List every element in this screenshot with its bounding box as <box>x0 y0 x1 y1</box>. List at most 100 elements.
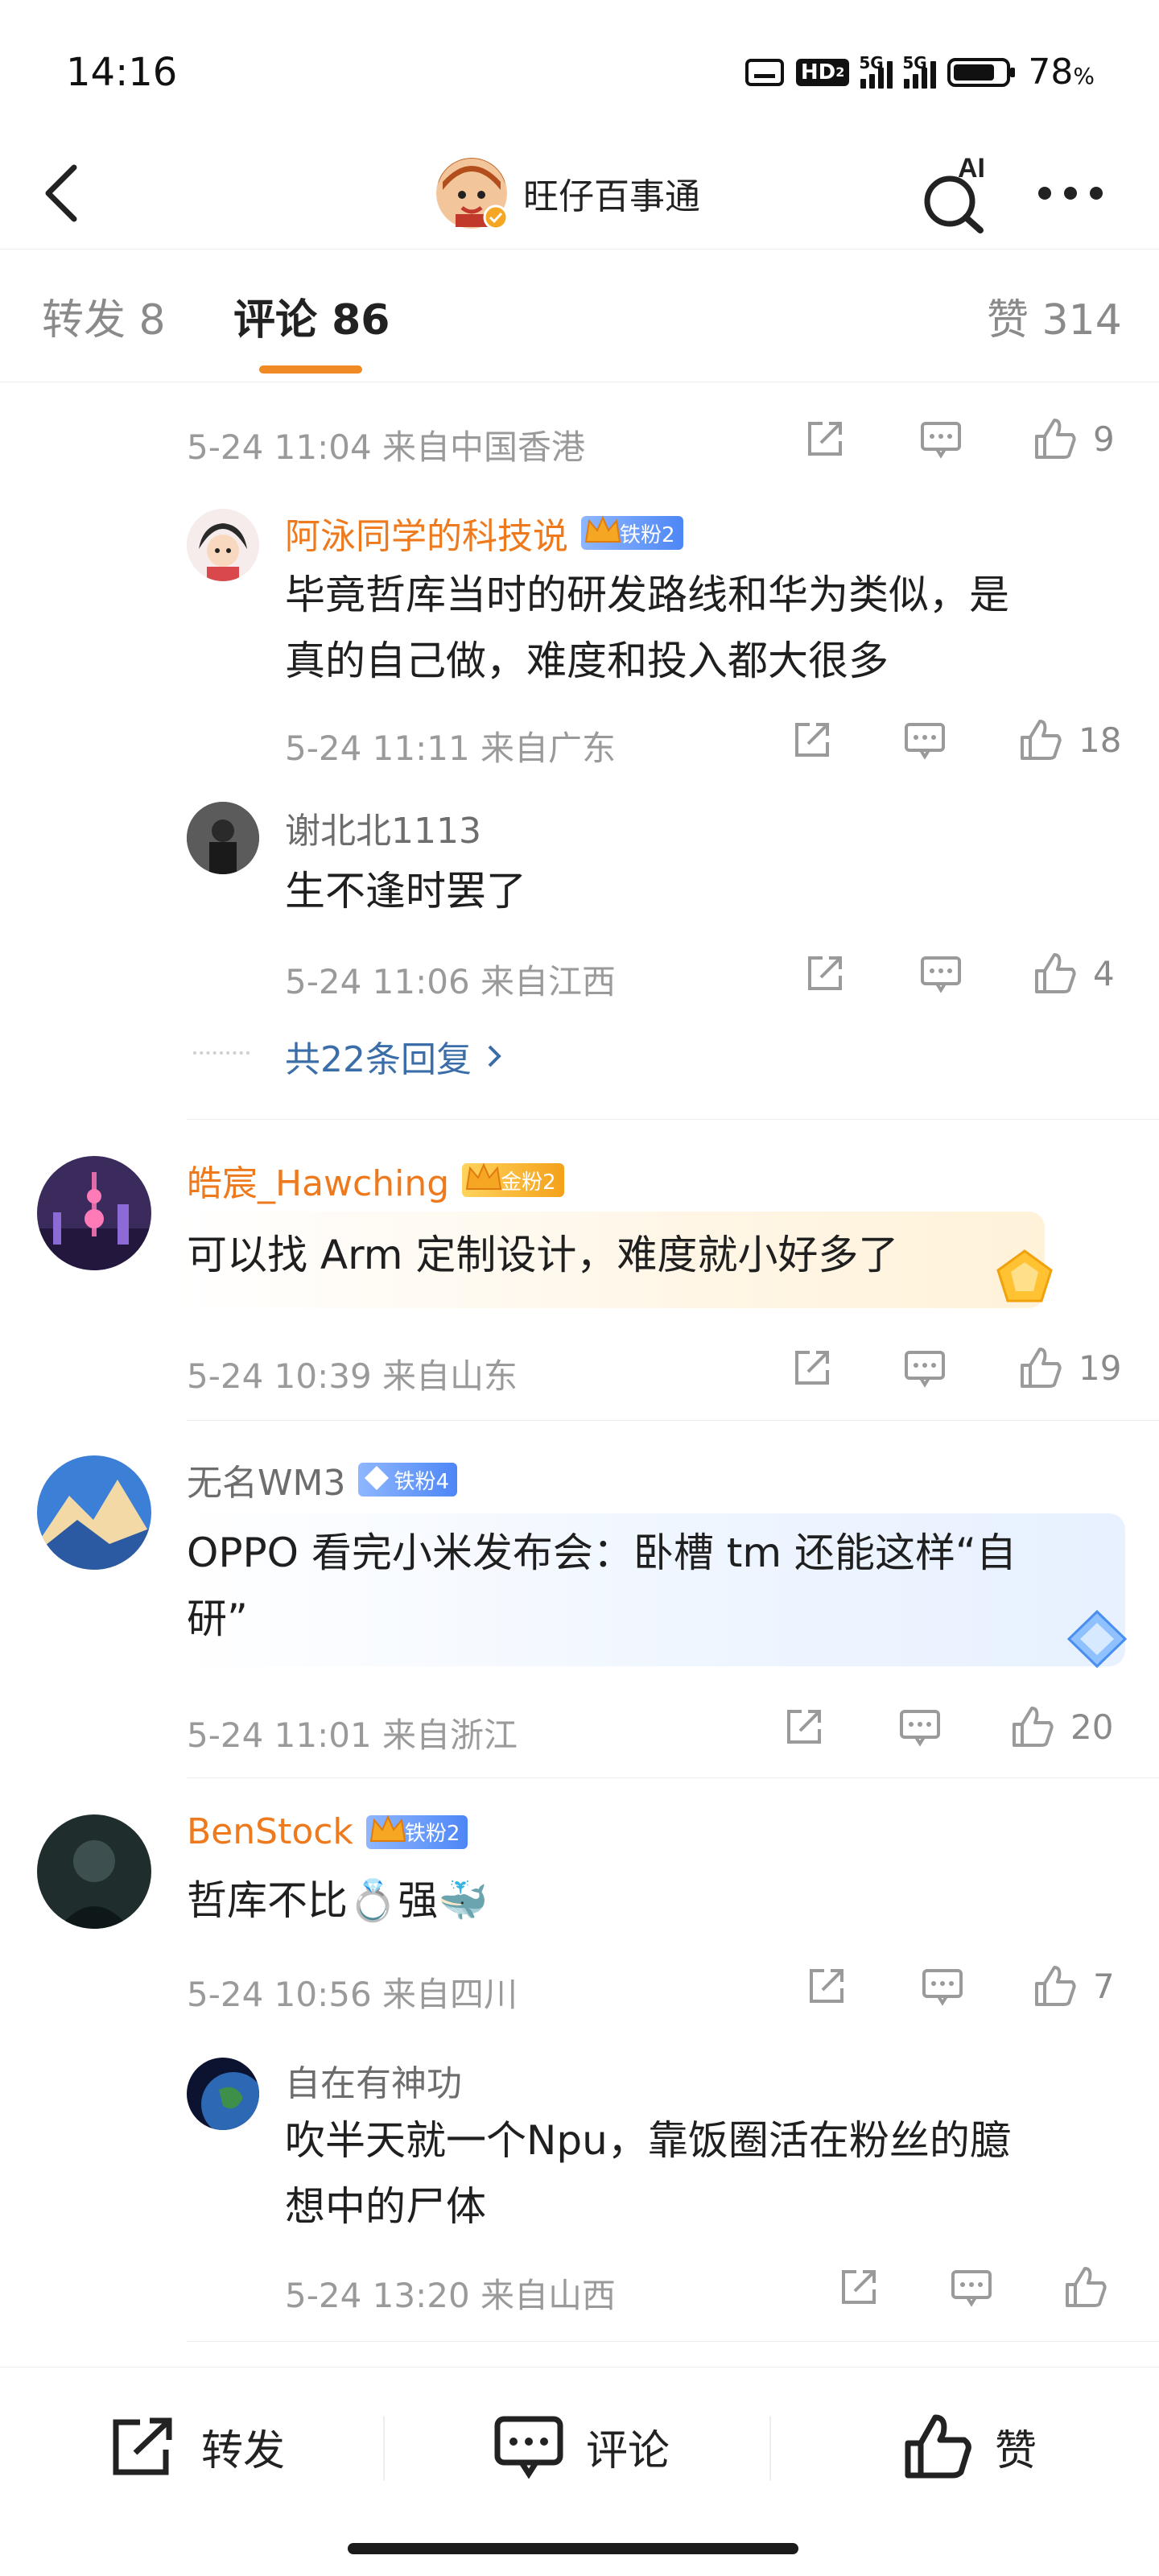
reply-button[interactable] <box>897 1703 943 1753</box>
crown-icon <box>465 1162 502 1190</box>
back-arrow-icon[interactable] <box>39 161 87 225</box>
user-avatar[interactable] <box>187 802 259 874</box>
username[interactable]: 无名WM3 <box>187 1454 345 1505</box>
share-icon <box>795 1351 829 1385</box>
user-avatar[interactable] <box>37 1814 151 1929</box>
home-indicator[interactable] <box>348 2543 798 2554</box>
thumbs-up-icon <box>1013 1707 1054 1747</box>
signal-icon-1: 5G <box>859 53 893 89</box>
comment-icon <box>951 2270 992 2307</box>
reply-button[interactable] <box>948 2264 995 2314</box>
repost-icon <box>113 2417 172 2475</box>
comment-button[interactable]: 评论 <box>493 2413 670 2480</box>
account-avatar[interactable] <box>436 158 509 230</box>
account-name: 旺仔百事通 <box>523 176 700 217</box>
divider <box>187 2341 1159 2342</box>
comment-icon <box>905 1351 945 1388</box>
reply-text: 生不逢时罢了 <box>285 868 526 914</box>
fan-badge: 铁粉4 <box>358 1463 458 1496</box>
user-avatar[interactable] <box>37 1156 151 1270</box>
screen-record-icon <box>744 58 784 86</box>
user-avatar[interactable] <box>37 1455 151 1570</box>
reply-button[interactable] <box>901 1344 948 1394</box>
divider <box>187 1420 1159 1421</box>
fan-badge: 金粉2 <box>462 1162 564 1197</box>
divider <box>187 1777 1159 1778</box>
like-button[interactable]: 18 <box>1017 716 1121 763</box>
share-icon <box>795 723 829 757</box>
comment-icon <box>922 1969 963 2006</box>
reply-button[interactable] <box>919 1963 966 2013</box>
share-button[interactable] <box>803 1963 850 2013</box>
user-avatar[interactable] <box>187 509 259 581</box>
thumbs-up-icon <box>1035 953 1076 993</box>
hd-icon: HD 2 <box>795 58 850 86</box>
comment-meta: 5-24 10:56 来自四川 <box>187 1975 518 2014</box>
fan-badge: 铁粉2 <box>365 1814 468 1849</box>
reply-button[interactable] <box>918 415 966 464</box>
dotted-line <box>193 1051 250 1055</box>
battery-percent: 78% <box>1028 52 1095 93</box>
crown-icon <box>369 1814 406 1842</box>
like-count: 20 <box>1070 1707 1114 1747</box>
user-avatar[interactable] <box>187 2058 259 2130</box>
like-count: 9 <box>1093 419 1115 459</box>
status-icons: HD 2 5G 5G 78% <box>744 52 1095 93</box>
like-post-button[interactable]: 赞 <box>901 2413 1037 2480</box>
like-button[interactable]: 4 <box>1032 950 1115 997</box>
share-button[interactable] <box>781 1703 827 1753</box>
like-button[interactable]: 20 <box>1009 1703 1113 1750</box>
separator <box>769 2416 771 2480</box>
comment-icon <box>494 2416 563 2479</box>
username[interactable]: 阿泳同学的科技说 <box>285 507 568 559</box>
share-button[interactable] <box>802 950 848 1000</box>
username[interactable]: 自在有神功 <box>285 2054 462 2106</box>
account-title[interactable]: 旺仔百事通 <box>436 145 700 242</box>
active-tab-indicator <box>259 365 362 374</box>
gold-gem-icon <box>996 1249 1053 1302</box>
like-button[interactable]: 9 <box>1032 415 1115 462</box>
share-button[interactable] <box>802 415 850 464</box>
bottom-action-bar: 转发 评论 赞 <box>0 2367 1159 2576</box>
share-button[interactable] <box>835 2264 882 2314</box>
share-icon <box>808 956 842 990</box>
tab-repost[interactable]: 转发 8 <box>42 286 166 346</box>
battery-icon <box>947 57 1016 87</box>
share-button[interactable] <box>789 1344 835 1394</box>
top-navigation-bar: 旺仔百事通 AI <box>0 137 1159 250</box>
comment-author-row: 皓宸_Hawching 金粉2 <box>187 1154 564 1206</box>
chevron-right-icon <box>488 1045 501 1067</box>
tab-comments[interactable]: 评论 86 <box>233 286 390 346</box>
divider <box>187 1119 1159 1120</box>
comment-author-row: 无名WM3 铁粉4 <box>187 1454 458 1505</box>
reply-button[interactable] <box>918 950 964 1000</box>
share-icon <box>810 1969 843 2003</box>
comment-meta: 5-24 11:04 来自中国香港 <box>187 427 586 467</box>
more-options-button[interactable] <box>1038 177 1111 209</box>
reply-meta: 5-24 11:06 来自江西 <box>285 962 617 1001</box>
thumbs-up-icon <box>1021 1348 1062 1388</box>
like-button[interactable]: 7 <box>1032 1963 1115 2009</box>
comment-text: OPPO 看完小米发布会：卧槽 tm 还能这样“自 研” <box>187 1530 1017 1642</box>
like-count: 4 <box>1093 953 1115 993</box>
status-time: 14:16 <box>66 50 178 95</box>
thumbs-up-icon <box>1021 720 1062 760</box>
like-button[interactable] <box>1062 2264 1124 2310</box>
like-count: 7 <box>1093 1966 1115 2006</box>
tab-likes[interactable]: 赞 314 <box>987 286 1122 346</box>
username[interactable]: 皓宸_Hawching <box>187 1154 449 1206</box>
username[interactable]: BenStock <box>187 1811 353 1852</box>
reply-button[interactable] <box>901 716 948 766</box>
repost-button[interactable]: 转发 <box>108 2413 285 2480</box>
comment-meta: 5-24 10:39 来自山东 <box>187 1356 518 1396</box>
share-button[interactable] <box>789 716 835 766</box>
more-replies-link[interactable]: 共22条回复 <box>285 1030 504 1082</box>
username[interactable]: 谢北北1113 <box>285 802 481 853</box>
separator <box>383 2416 385 2480</box>
thumbs-up-icon <box>905 2414 971 2479</box>
share-icon <box>808 422 842 456</box>
reply-text: 吹半天就一个Npu，靠饭圈活在粉丝的臆 想中的尸体 <box>285 2117 1010 2230</box>
ai-search-button[interactable]: AI <box>918 153 995 233</box>
avatar-cartoon-icon <box>187 509 259 581</box>
like-button[interactable]: 19 <box>1017 1344 1121 1391</box>
